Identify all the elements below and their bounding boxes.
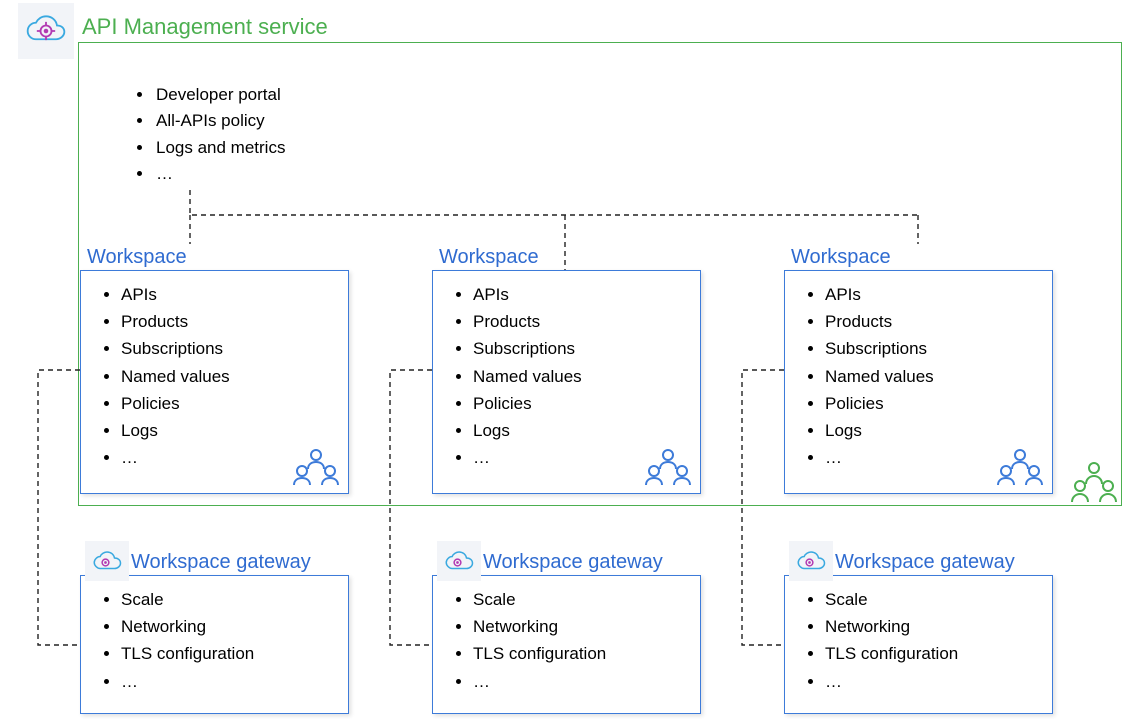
- workspace-feature-item: …: [121, 444, 230, 471]
- workspace-feature-item: Products: [825, 308, 934, 335]
- gateway-feature-item: …: [121, 668, 254, 695]
- workspace-users-icon: [644, 447, 692, 487]
- workspace-feature-list: APIs Products Subscriptions Named values…: [107, 281, 230, 471]
- workspace-box: Workspace APIs Products Subscriptions Na…: [432, 270, 701, 494]
- workspace-feature-item: APIs: [473, 281, 582, 308]
- workspace-box: Workspace APIs Products Subscriptions Na…: [80, 270, 349, 494]
- workspace-feature-item: Policies: [121, 390, 230, 417]
- workspace-users-icon: [292, 447, 340, 487]
- workspace-feature-item: Named values: [473, 363, 582, 390]
- workspace-feature-item: Logs: [121, 417, 230, 444]
- service-feature-item: Developer portal: [154, 82, 285, 108]
- workspace-users-icon: [996, 447, 1044, 487]
- workspace-title: Workspace: [791, 246, 891, 269]
- gateway-feature-item: Networking: [121, 613, 254, 640]
- workspace-gateway-box: Workspace gateway Scale Networking TLS c…: [784, 575, 1053, 714]
- service-feature-list: Developer portal All-APIs policy Logs an…: [140, 82, 285, 187]
- gateway-feature-list: Scale Networking TLS configuration …: [811, 586, 958, 695]
- gateway-cloud-icon: [85, 541, 129, 581]
- gateway-title: Workspace gateway: [131, 551, 311, 574]
- gateway-feature-item: Scale: [121, 586, 254, 613]
- workspace-feature-item: Policies: [825, 390, 934, 417]
- gateway-feature-item: Networking: [473, 613, 606, 640]
- workspace-title: Workspace: [439, 246, 539, 269]
- gateway-cloud-icon: [789, 541, 833, 581]
- workspace-feature-item: Products: [121, 308, 230, 335]
- api-management-service-title: API Management service: [78, 14, 332, 40]
- service-feature-item: …: [154, 161, 285, 187]
- gateway-feature-item: …: [473, 668, 606, 695]
- gateway-feature-item: TLS configuration: [473, 640, 606, 667]
- workspace-gateway-box: Workspace gateway Scale Networking TLS c…: [80, 575, 349, 714]
- gateway-feature-item: …: [825, 668, 958, 695]
- service-users-icon: [1068, 458, 1120, 504]
- workspace-feature-item: Subscriptions: [473, 335, 582, 362]
- workspace-feature-item: …: [825, 444, 934, 471]
- workspace-feature-item: APIs: [825, 281, 934, 308]
- workspace-feature-item: Subscriptions: [825, 335, 934, 362]
- workspace-gateway-box: Workspace gateway Scale Networking TLS c…: [432, 575, 701, 714]
- service-feature-item: Logs and metrics: [154, 135, 285, 161]
- workspace-feature-item: APIs: [121, 281, 230, 308]
- gateway-feature-list: Scale Networking TLS configuration …: [459, 586, 606, 695]
- workspace-feature-item: Named values: [825, 363, 934, 390]
- gateway-feature-item: Networking: [825, 613, 958, 640]
- workspace-feature-item: …: [473, 444, 582, 471]
- gateway-feature-list: Scale Networking TLS configuration …: [107, 586, 254, 695]
- gateway-cloud-icon: [437, 541, 481, 581]
- workspace-feature-item: Policies: [473, 390, 582, 417]
- workspace-title: Workspace: [87, 246, 187, 269]
- gateway-feature-item: TLS configuration: [825, 640, 958, 667]
- workspace-feature-list: APIs Products Subscriptions Named values…: [811, 281, 934, 471]
- workspace-box: Workspace APIs Products Subscriptions Na…: [784, 270, 1053, 494]
- service-feature-item: All-APIs policy: [154, 108, 285, 134]
- api-management-icon: [18, 3, 74, 59]
- diagram-canvas: API Management service Developer portal …: [0, 0, 1133, 719]
- workspace-feature-list: APIs Products Subscriptions Named values…: [459, 281, 582, 471]
- gateway-feature-item: Scale: [825, 586, 958, 613]
- workspace-feature-item: Products: [473, 308, 582, 335]
- gateway-feature-item: TLS configuration: [121, 640, 254, 667]
- workspace-feature-item: Subscriptions: [121, 335, 230, 362]
- gateway-title: Workspace gateway: [483, 551, 663, 574]
- workspace-feature-item: Logs: [473, 417, 582, 444]
- gateway-title: Workspace gateway: [835, 551, 1015, 574]
- workspace-feature-item: Logs: [825, 417, 934, 444]
- workspace-feature-item: Named values: [121, 363, 230, 390]
- gateway-feature-item: Scale: [473, 586, 606, 613]
